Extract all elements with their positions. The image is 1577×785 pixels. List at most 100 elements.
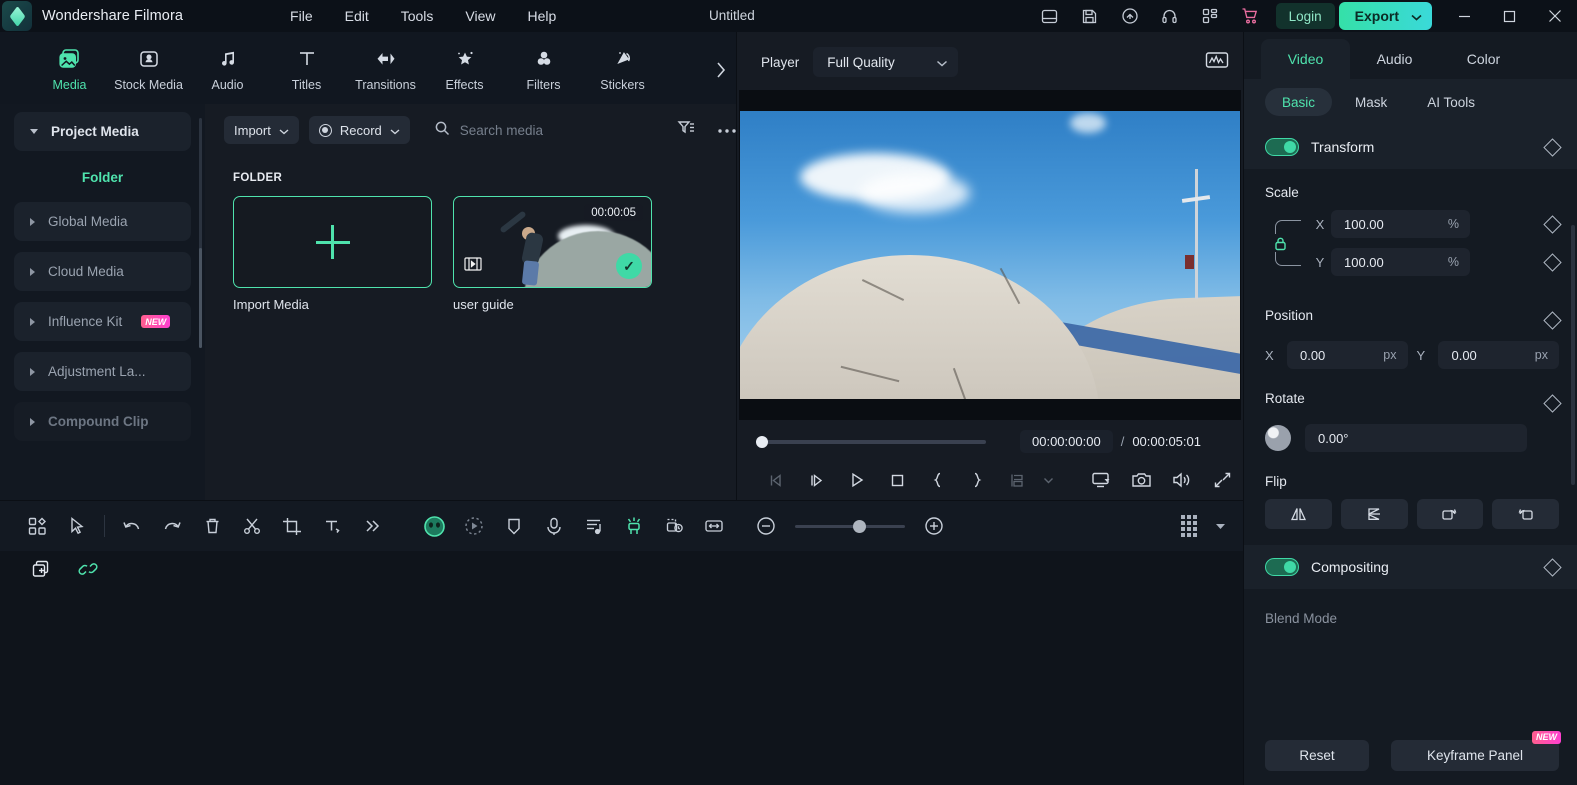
menu-tools[interactable]: Tools xyxy=(385,4,450,28)
window-minimize-button[interactable] xyxy=(1442,0,1487,32)
position-keyframe-icon[interactable] xyxy=(1543,311,1562,330)
search-input[interactable] xyxy=(459,122,660,138)
current-timecode[interactable]: 00:00:00:00 xyxy=(1020,430,1113,453)
fullscreen-button[interactable] xyxy=(1201,461,1243,499)
undo-icon[interactable] xyxy=(112,506,152,546)
marker-icon[interactable] xyxy=(494,506,534,546)
reset-button[interactable]: Reset xyxy=(1265,739,1369,771)
nav-item-stickers[interactable]: Stickers xyxy=(583,44,662,92)
import-media-dropzone[interactable] xyxy=(233,196,432,288)
sidebar-item-compound-clip[interactable]: Compound Clip xyxy=(14,402,191,441)
mark-out-button[interactable] xyxy=(957,461,997,499)
rotate-input[interactable]: 0.00° xyxy=(1305,424,1527,452)
subtab-basic[interactable]: Basic xyxy=(1265,88,1333,116)
waveform-scope-icon[interactable] xyxy=(1205,50,1229,75)
save-icon[interactable] xyxy=(1070,0,1110,32)
zoom-slider-handle[interactable] xyxy=(853,519,866,533)
properties-scrollbar[interactable] xyxy=(1571,225,1575,485)
select-tool-icon[interactable] xyxy=(57,506,97,546)
sidebar-item-cloud-media[interactable]: Cloud Media xyxy=(14,252,191,291)
subtab-ai-tools[interactable]: AI Tools xyxy=(1410,88,1492,116)
nav-item-stock-media[interactable]: Stock Media xyxy=(109,44,188,92)
timeline-zoom-slider[interactable] xyxy=(786,519,914,533)
nav-item-filters[interactable]: Filters xyxy=(504,44,583,92)
tab-video[interactable]: Video xyxy=(1261,39,1350,79)
transform-toggle[interactable] xyxy=(1265,138,1299,156)
ai-mask-icon[interactable] xyxy=(414,506,454,546)
markers-button[interactable] xyxy=(997,461,1037,499)
tab-color[interactable]: Color xyxy=(1439,39,1528,79)
text-icon[interactable] xyxy=(312,506,352,546)
menu-file[interactable]: File xyxy=(274,4,329,28)
record-button[interactable]: Record xyxy=(308,116,410,144)
sidebar-item-global-media[interactable]: Global Media xyxy=(14,202,191,241)
video-preview-area[interactable] xyxy=(739,90,1241,420)
menu-edit[interactable]: Edit xyxy=(329,4,385,28)
auto-beat-sync-icon[interactable] xyxy=(614,506,654,546)
auto-reframe-icon[interactable] xyxy=(694,506,734,546)
scale-y-keyframe-icon[interactable] xyxy=(1543,252,1562,272)
audio-mix-icon[interactable] xyxy=(574,506,614,546)
compositing-keyframe-icon[interactable] xyxy=(1543,557,1562,577)
sidebar-item-influence-kit[interactable]: Influence Kit NEW xyxy=(14,302,191,341)
chevron-right-icon[interactable] xyxy=(715,60,727,86)
headset-support-icon[interactable] xyxy=(1150,0,1190,32)
seek-bar[interactable] xyxy=(756,435,986,448)
sidebar-item-project-media[interactable]: Project Media xyxy=(14,112,191,151)
rotate-right-icon[interactable] xyxy=(1416,499,1484,529)
sidebar-item-adjustment-layer[interactable]: Adjustment La... xyxy=(14,352,191,391)
scale-x-keyframe-icon[interactable] xyxy=(1543,214,1562,234)
snapshot-button[interactable] xyxy=(1121,461,1161,499)
scale-y-input[interactable]: 100.00 % xyxy=(1331,248,1470,276)
login-button[interactable]: Login xyxy=(1275,3,1335,29)
import-button[interactable]: Import xyxy=(224,116,299,144)
flip-horizontal-icon[interactable] xyxy=(1265,499,1332,529)
scale-link-lock[interactable] xyxy=(1265,210,1309,276)
nav-item-titles[interactable]: Titles xyxy=(267,44,346,92)
nav-item-media[interactable]: Media xyxy=(30,44,109,92)
chevron-down-icon[interactable] xyxy=(1209,506,1231,546)
apps-grid-icon[interactable] xyxy=(1190,0,1230,32)
add-track-icon[interactable] xyxy=(31,559,53,584)
fit-screen-button[interactable] xyxy=(1081,461,1121,499)
menu-view[interactable]: View xyxy=(449,4,511,28)
voiceover-icon[interactable] xyxy=(534,506,574,546)
menu-help[interactable]: Help xyxy=(512,4,573,28)
rotate-dial[interactable] xyxy=(1265,425,1291,451)
delete-icon[interactable] xyxy=(192,506,232,546)
filter-icon[interactable] xyxy=(670,118,701,142)
flip-vertical-icon[interactable] xyxy=(1340,499,1408,529)
sidebar-scrollbar[interactable] xyxy=(199,118,202,348)
split-icon[interactable] xyxy=(232,506,272,546)
media-thumbnail[interactable]: 00:00:05 ✓ xyxy=(453,196,652,288)
cloud-upload-icon[interactable] xyxy=(1110,0,1150,32)
timeline-view-icon[interactable] xyxy=(1169,506,1209,546)
motion-tracking-icon[interactable] xyxy=(454,506,494,546)
transform-keyframe-icon[interactable] xyxy=(1543,137,1562,157)
export-button[interactable]: Export xyxy=(1338,2,1432,30)
seek-handle[interactable] xyxy=(756,435,768,448)
nav-item-transitions[interactable]: Transitions xyxy=(346,44,425,92)
mark-in-button[interactable] xyxy=(917,461,957,499)
stop-button[interactable] xyxy=(877,461,917,499)
volume-button[interactable] xyxy=(1161,461,1201,499)
layout-icon[interactable] xyxy=(1030,0,1070,32)
tab-audio[interactable]: Audio xyxy=(1350,39,1439,79)
rotate-left-icon[interactable] xyxy=(1492,499,1559,529)
quality-select[interactable]: Full Quality xyxy=(813,47,959,77)
zoom-in-icon[interactable] xyxy=(914,506,954,546)
templates-icon[interactable] xyxy=(17,506,57,546)
position-y-input[interactable]: 0.00 px xyxy=(1438,341,1559,369)
window-close-button[interactable] xyxy=(1532,0,1577,32)
subtab-mask[interactable]: Mask xyxy=(1338,88,1404,116)
crop-icon[interactable] xyxy=(272,506,312,546)
media-tile-user-guide[interactable]: 00:00:05 ✓ user guide xyxy=(453,196,652,312)
keyframe-panel-button[interactable]: Keyframe Panel NEW xyxy=(1391,730,1561,771)
link-clips-icon[interactable] xyxy=(77,559,99,584)
cart-icon[interactable] xyxy=(1230,0,1270,32)
more-tools-icon[interactable] xyxy=(352,506,392,546)
nav-item-audio[interactable]: Audio xyxy=(188,44,267,92)
position-x-input[interactable]: 0.00 px xyxy=(1286,341,1408,369)
markers-dropdown[interactable] xyxy=(1037,461,1059,499)
speed-ramping-icon[interactable] xyxy=(654,506,694,546)
